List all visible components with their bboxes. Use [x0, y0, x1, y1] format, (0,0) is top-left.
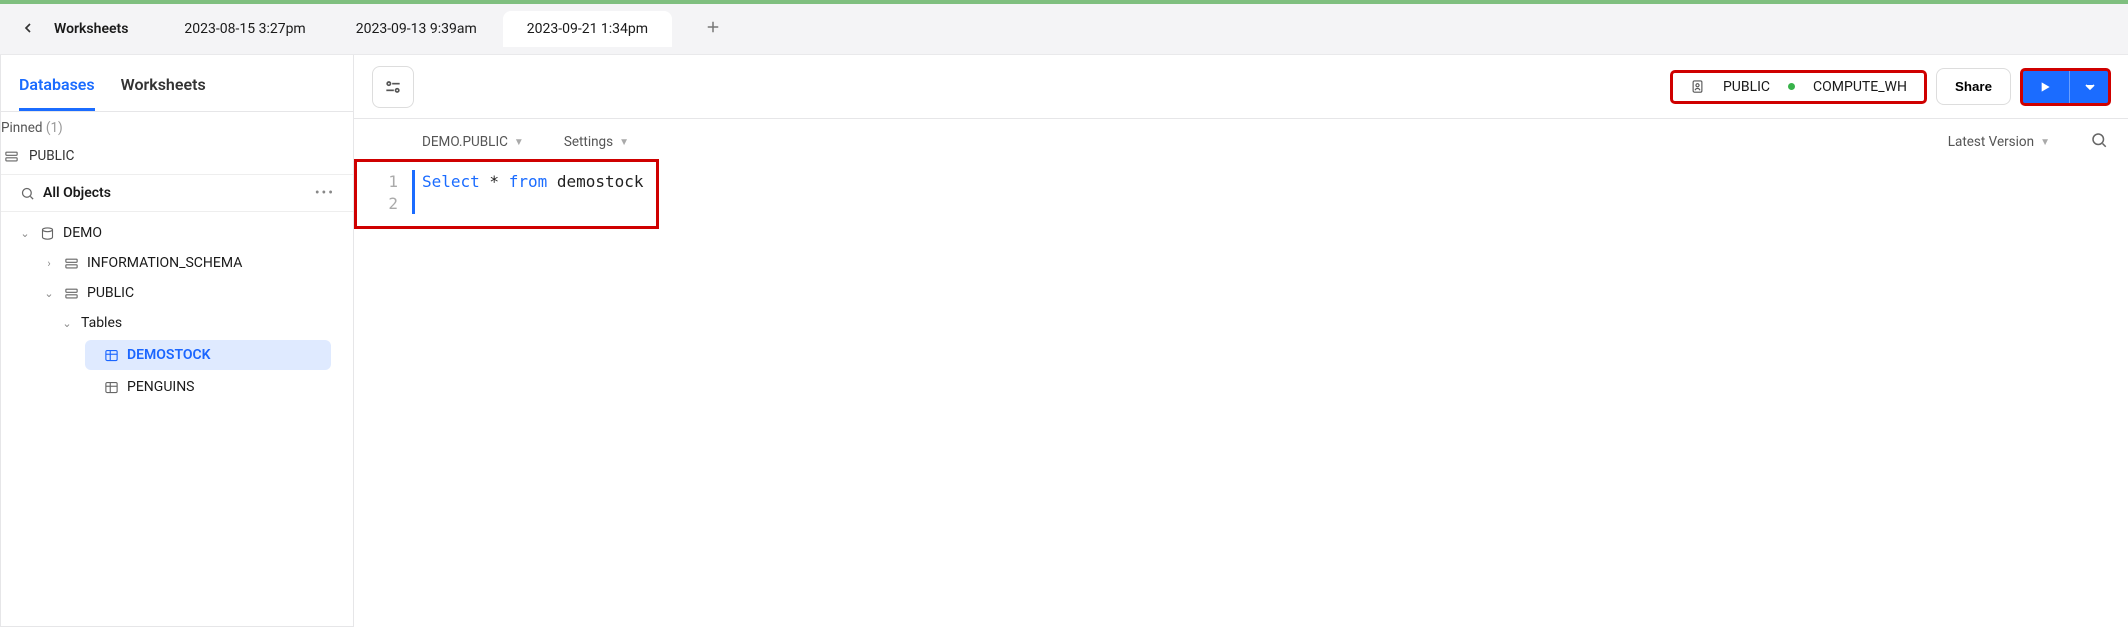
tree-node-schema[interactable]: › INFORMATION_SCHEMA	[1, 248, 353, 278]
sql-editor[interactable]: 12 Select * from demostock	[354, 165, 2128, 221]
new-tab-button[interactable]	[698, 12, 728, 46]
pinned-item-label: PUBLIC	[29, 148, 74, 164]
schema-icon	[3, 148, 19, 164]
version-label: Latest Version	[1948, 134, 2034, 150]
tree-node-schema[interactable]: ⌄ PUBLIC	[1, 278, 353, 308]
tree-node-table[interactable]: PENGUINS	[1, 372, 353, 402]
schema-icon	[63, 255, 79, 271]
version-dropdown[interactable]: Latest Version ▼	[1948, 134, 2050, 150]
tree-node-label: PENGUINS	[127, 379, 195, 395]
share-button[interactable]: Share	[1936, 68, 2011, 105]
pinned-count: (1)	[46, 120, 63, 136]
worksheet-tab[interactable]: 2023-09-21 1:34pm	[503, 11, 672, 47]
tree-node-label: INFORMATION_SCHEMA	[87, 255, 242, 271]
tree-node-tables-folder[interactable]: ⌄ Tables	[1, 308, 353, 338]
tree-node-database[interactable]: ⌄ DEMO	[1, 218, 353, 248]
more-icon[interactable]: •••	[315, 185, 335, 201]
caret-down-icon: ▼	[514, 137, 524, 148]
context-role-label: PUBLIC	[1723, 79, 1770, 95]
status-dot-icon	[1788, 83, 1795, 90]
tab-databases[interactable]: Databases	[19, 75, 95, 111]
tree-node-label: DEMO	[63, 225, 102, 241]
run-dropdown-button[interactable]	[2069, 69, 2110, 105]
caret-down-icon: ▼	[2040, 137, 2050, 148]
schema-context-label: DEMO.PUBLIC	[422, 134, 508, 150]
chevron-down-icon: ⌄	[19, 227, 31, 240]
breadcrumb-title[interactable]: Worksheets	[48, 21, 134, 37]
worksheet-panel: PUBLIC COMPUTE_WH Share DEMO.PUBLIC	[354, 55, 2128, 627]
pinned-item[interactable]: PUBLIC	[1, 136, 353, 170]
all-objects-label[interactable]: All Objects	[43, 185, 307, 201]
object-explorer-panel: Databases Worksheets Pinned (1) PUBLIC A…	[0, 55, 354, 627]
database-icon	[39, 225, 55, 241]
chevron-down-icon: ⌄	[43, 287, 55, 300]
context-selector[interactable]: PUBLIC COMPUTE_WH	[1671, 71, 1926, 103]
chevron-down-icon: ⌄	[61, 317, 73, 330]
panel-toggle-button[interactable]	[372, 66, 414, 108]
search-icon[interactable]	[19, 185, 35, 201]
editor-gutter: 12	[354, 165, 412, 221]
schema-icon	[63, 285, 79, 301]
settings-label: Settings	[564, 134, 613, 150]
tab-worksheets[interactable]: Worksheets	[121, 75, 206, 111]
worksheet-tab[interactable]: 2023-08-15 3:27pm	[160, 11, 329, 47]
editor-code-area[interactable]: Select * from demostock	[412, 165, 644, 221]
worksheet-options-bar: DEMO.PUBLIC ▼ Settings ▼ Latest Version …	[354, 119, 2128, 165]
object-tree: ⌄ DEMO › INFORMATION_SCHEMA ⌄	[1, 212, 353, 626]
tree-node-label: DEMOSTOCK	[127, 347, 211, 363]
worksheet-toolbar: PUBLIC COMPUTE_WH Share	[354, 55, 2128, 119]
caret-down-icon: ▼	[619, 137, 629, 148]
tree-node-table[interactable]: DEMOSTOCK	[85, 340, 331, 370]
chevron-right-icon: ›	[43, 257, 55, 270]
editor-cursor	[412, 170, 415, 214]
pinned-section: Pinned (1) PUBLIC	[1, 112, 353, 175]
schema-context-dropdown[interactable]: DEMO.PUBLIC ▼	[422, 134, 524, 150]
tree-node-label: Tables	[81, 315, 122, 331]
context-warehouse-label: COMPUTE_WH	[1813, 79, 1907, 95]
worksheet-tab[interactable]: 2023-09-13 9:39am	[332, 11, 501, 47]
settings-dropdown[interactable]: Settings ▼	[564, 134, 629, 150]
tree-node-label: PUBLIC	[87, 285, 134, 301]
table-icon	[103, 347, 119, 363]
worksheet-tab-bar: Worksheets 2023-08-15 3:27pm2023-09-13 9…	[0, 4, 2128, 55]
run-button[interactable]	[2021, 69, 2069, 105]
pinned-label: Pinned	[1, 120, 42, 136]
back-button[interactable]	[14, 14, 42, 45]
table-icon	[103, 379, 119, 395]
search-icon[interactable]	[2090, 131, 2108, 153]
